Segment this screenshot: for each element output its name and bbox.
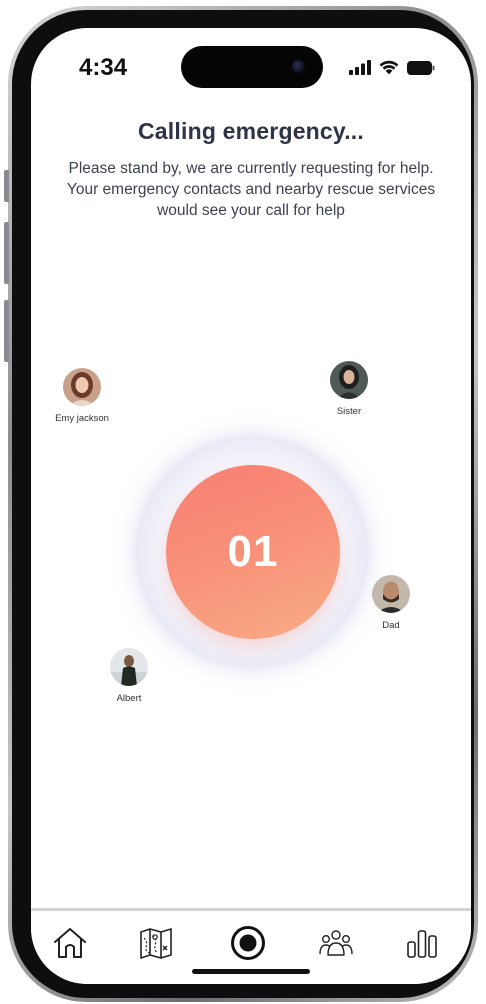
contact-name: Albert	[116, 693, 142, 704]
contact-name: Sister	[336, 406, 362, 417]
page-title: Calling emergency...	[138, 118, 364, 144]
nav-home[interactable]	[50, 923, 90, 963]
map-icon	[140, 928, 172, 959]
avatar	[110, 648, 148, 686]
status-time: 4:34	[79, 54, 128, 81]
record-icon	[231, 926, 265, 960]
bar-chart-icon	[407, 930, 437, 958]
contact-sister[interactable]: Sister	[317, 361, 381, 417]
avatar	[63, 368, 101, 406]
counter-value: 01	[227, 527, 279, 576]
nav-stats[interactable]	[402, 923, 442, 963]
page: 4:34 Calling emergency... Please stand b…	[0, 0, 486, 1004]
volume-up-button	[4, 222, 9, 284]
avatar	[372, 575, 410, 613]
contact-dad[interactable]: Dad	[363, 575, 419, 631]
nav-people[interactable]	[316, 923, 356, 963]
avatar	[330, 361, 368, 399]
battery-icon	[407, 61, 435, 75]
person-avatar-icon	[110, 648, 148, 686]
home-indicator[interactable]	[192, 969, 310, 974]
nav-record[interactable]	[228, 923, 268, 963]
contact-albert[interactable]: Albert	[101, 648, 157, 704]
wifi-icon	[379, 60, 399, 75]
person-avatar-icon	[63, 368, 101, 406]
contact-name: Emy jackson	[55, 413, 109, 424]
people-icon	[319, 930, 353, 956]
contact-emy-jackson[interactable]: Emy jackson	[47, 368, 117, 424]
dynamic-island	[181, 46, 323, 88]
person-avatar-icon	[330, 361, 368, 399]
status-description: Please stand by, we are currently reques…	[66, 160, 436, 219]
screen: 4:34 Calling emergency... Please stand b…	[31, 28, 471, 984]
signal-icon	[349, 60, 371, 75]
contact-name: Dad	[382, 620, 400, 631]
status-icons	[349, 60, 435, 75]
volume-down-button	[4, 300, 9, 362]
person-avatar-icon	[372, 575, 410, 613]
nav-map[interactable]	[136, 923, 176, 963]
emergency-counter-button[interactable]: 01	[166, 465, 340, 639]
action-button	[4, 170, 9, 202]
home-icon	[54, 928, 86, 958]
front-camera-icon	[292, 60, 305, 73]
